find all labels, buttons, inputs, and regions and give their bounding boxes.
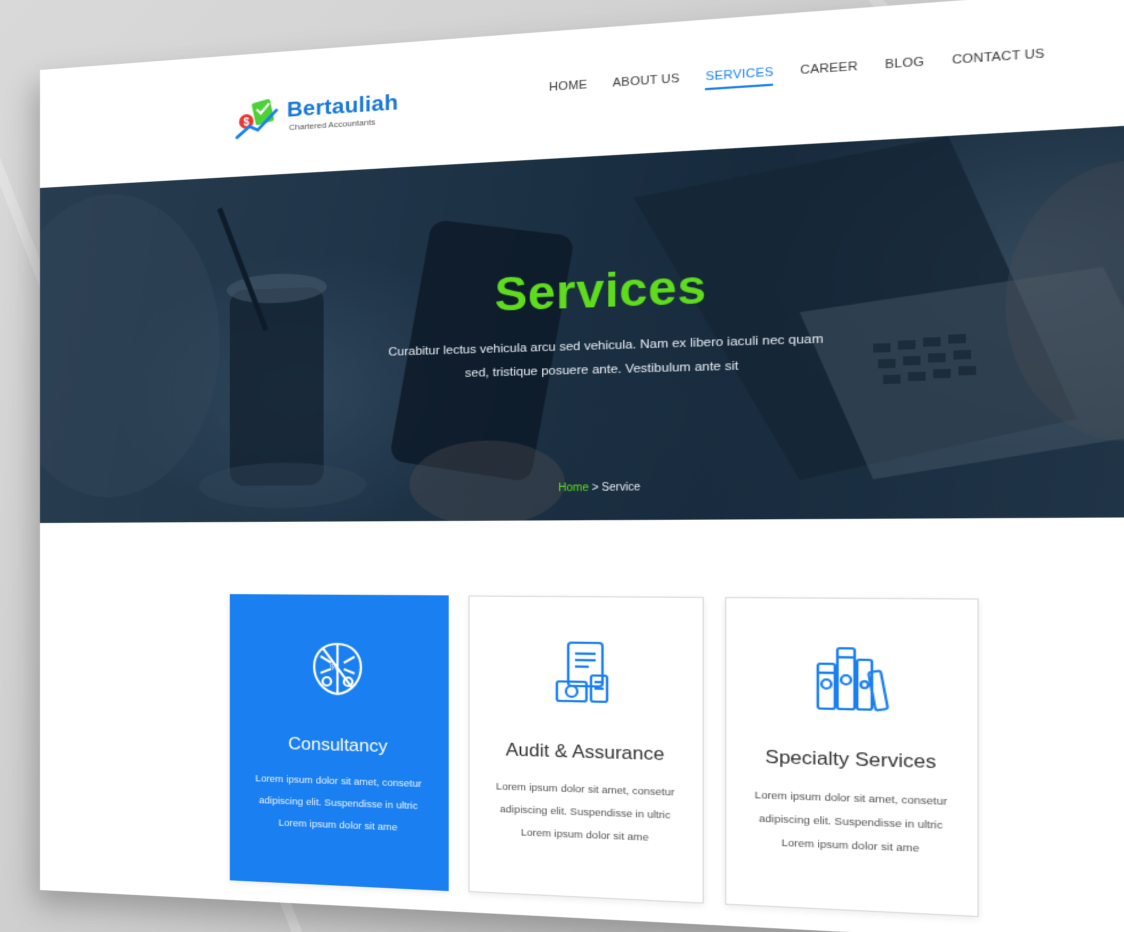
consultancy-brain-icon: % [304,635,372,703]
breadcrumb-current: Service [601,481,641,495]
audit-document-icon [548,638,621,709]
nav-contact-us[interactable]: CONTACT US [952,47,1045,74]
service-card-specialty[interactable]: Specialty Services Lorem ipsum dolor sit… [725,596,979,918]
breadcrumb-home[interactable]: Home [558,482,588,494]
site-logo[interactable]: $ Bertauliah Chartered Accountants [235,85,398,142]
main-nav: HOME ABOUT US SERVICES CAREER BLOG CONTA… [549,47,1045,100]
service-description: Lorem ipsum dolor sit amet, consetur adi… [255,773,422,834]
service-title: Specialty Services [765,746,937,773]
service-card-audit[interactable]: Audit & Assurance Lorem ipsum dolor sit … [468,595,704,904]
chart-check-icon: $ [235,98,281,142]
logo-name: Bertauliah [286,90,399,122]
nav-blog[interactable]: BLOG [885,55,924,78]
nav-home[interactable]: HOME [549,78,587,100]
service-description: Lorem ipsum dolor sit amet, consetur adi… [496,780,675,844]
services-section: % Consultancy Lorem ipsum dolor sit amet… [40,516,1124,932]
service-cards: % Consultancy Lorem ipsum dolor sit amet… [229,594,979,918]
service-title: Audit & Assurance [505,739,665,765]
service-description: Lorem ipsum dolor sit amet, consetur adi… [754,789,948,856]
hero-banner: Services Curabitur lectus vehicula arcu … [40,117,1124,524]
specialty-books-icon [811,641,890,714]
nav-career[interactable]: CAREER [800,60,858,84]
svg-text:%: % [330,661,339,672]
nav-about-us[interactable]: ABOUT US [613,72,680,96]
service-card-consultancy[interactable]: % Consultancy Lorem ipsum dolor sit amet… [229,594,449,892]
nav-services[interactable]: SERVICES [705,65,774,91]
breadcrumb-separator: > [588,482,602,495]
website-mockup: $ Bertauliah Chartered Accountants HOME … [40,0,1124,932]
service-title: Consultancy [288,733,388,757]
